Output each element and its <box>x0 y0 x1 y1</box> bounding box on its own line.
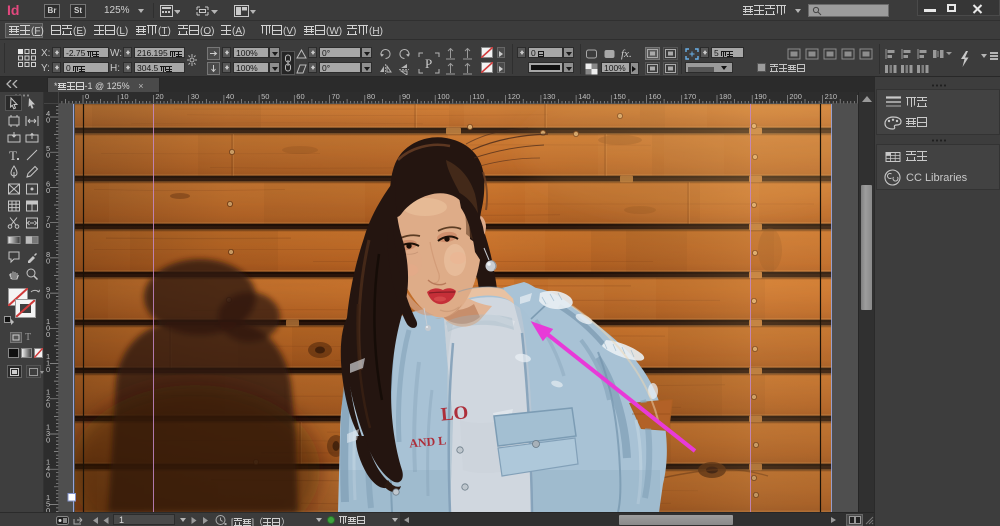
svg-text:100: 100 <box>437 92 450 101</box>
svg-text:0: 0 <box>46 151 50 160</box>
svg-text:200: 200 <box>789 92 802 101</box>
svg-text:0: 0 <box>46 186 50 195</box>
svg-text:10: 10 <box>120 92 128 101</box>
svg-text:LO: LO <box>440 402 469 425</box>
svg-text:0: 0 <box>46 400 50 409</box>
svg-text:120: 120 <box>508 92 521 101</box>
svg-text:30: 30 <box>191 92 199 101</box>
svg-text:140: 140 <box>578 92 591 101</box>
svg-text:T: T <box>9 148 17 162</box>
svg-text:170: 170 <box>684 92 697 101</box>
svg-text:0: 0 <box>46 330 50 339</box>
svg-text:0: 0 <box>46 256 50 265</box>
svg-text:90: 90 <box>402 92 410 101</box>
svg-text:20: 20 <box>155 92 163 101</box>
svg-text:0: 0 <box>46 221 50 230</box>
svg-text:70: 70 <box>332 92 340 101</box>
svg-text:0: 0 <box>46 365 50 374</box>
svg-text:190: 190 <box>754 92 767 101</box>
svg-text:0: 0 <box>46 471 50 480</box>
svg-text:130: 130 <box>543 92 556 101</box>
svg-text:0: 0 <box>46 292 50 301</box>
svg-text:60: 60 <box>296 92 304 101</box>
svg-text:0: 0 <box>46 436 50 445</box>
svg-text:210: 210 <box>825 92 838 101</box>
svg-text:80: 80 <box>367 92 375 101</box>
svg-text:150: 150 <box>613 92 626 101</box>
svg-text:110: 110 <box>472 92 484 101</box>
svg-text:0: 0 <box>85 92 89 101</box>
svg-text:50: 50 <box>261 92 269 101</box>
svg-text:40: 40 <box>226 92 234 101</box>
svg-text:P: P <box>425 56 432 71</box>
svg-text:0: 0 <box>46 116 50 125</box>
svg-text:160: 160 <box>649 92 662 101</box>
svg-text:180: 180 <box>719 92 732 101</box>
